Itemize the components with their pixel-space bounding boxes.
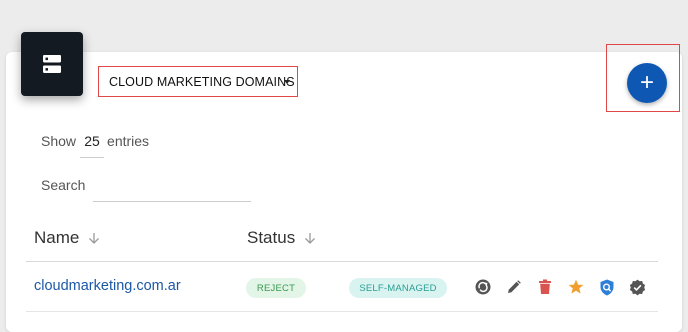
server-icon	[21, 32, 83, 96]
column-header-name-label: Name	[34, 228, 80, 247]
domain-category-dropdown[interactable]: CLOUD MARKETING DOMAINS	[98, 66, 298, 97]
page-size-select[interactable]: 25	[80, 124, 105, 158]
entries-label: entries	[107, 133, 150, 149]
column-header-status-label: Status	[247, 228, 296, 247]
delete-icon[interactable]	[536, 278, 554, 296]
shield-search-icon[interactable]	[598, 278, 616, 296]
arrow-down-icon	[88, 232, 100, 245]
domain-category-label: CLOUD MARKETING DOMAINS	[109, 74, 295, 89]
add-domain-button[interactable]: +	[627, 63, 667, 103]
search-input[interactable]	[93, 170, 251, 202]
column-header-name[interactable]: Name	[34, 228, 100, 248]
row-divider	[26, 311, 658, 312]
header-divider	[26, 261, 658, 262]
plus-icon: +	[639, 69, 654, 96]
arrow-down-icon	[304, 232, 316, 245]
search-label: Search	[41, 177, 86, 193]
domain-name-link[interactable]: cloudmarketing.com.ar	[34, 278, 181, 294]
status-badge: REJECT	[246, 278, 306, 298]
page-size-control: Show 25 entries	[41, 124, 149, 158]
edit-icon[interactable]	[505, 278, 523, 296]
search-control: Search	[41, 168, 85, 202]
management-badge: SELF-MANAGED	[349, 278, 447, 298]
show-label: Show	[41, 133, 77, 149]
caret-down-icon	[284, 80, 290, 84]
refresh-icon[interactable]	[474, 278, 492, 296]
column-header-status[interactable]: Status	[247, 228, 316, 248]
verified-badge-icon[interactable]	[628, 278, 646, 296]
star-icon[interactable]	[567, 278, 585, 296]
